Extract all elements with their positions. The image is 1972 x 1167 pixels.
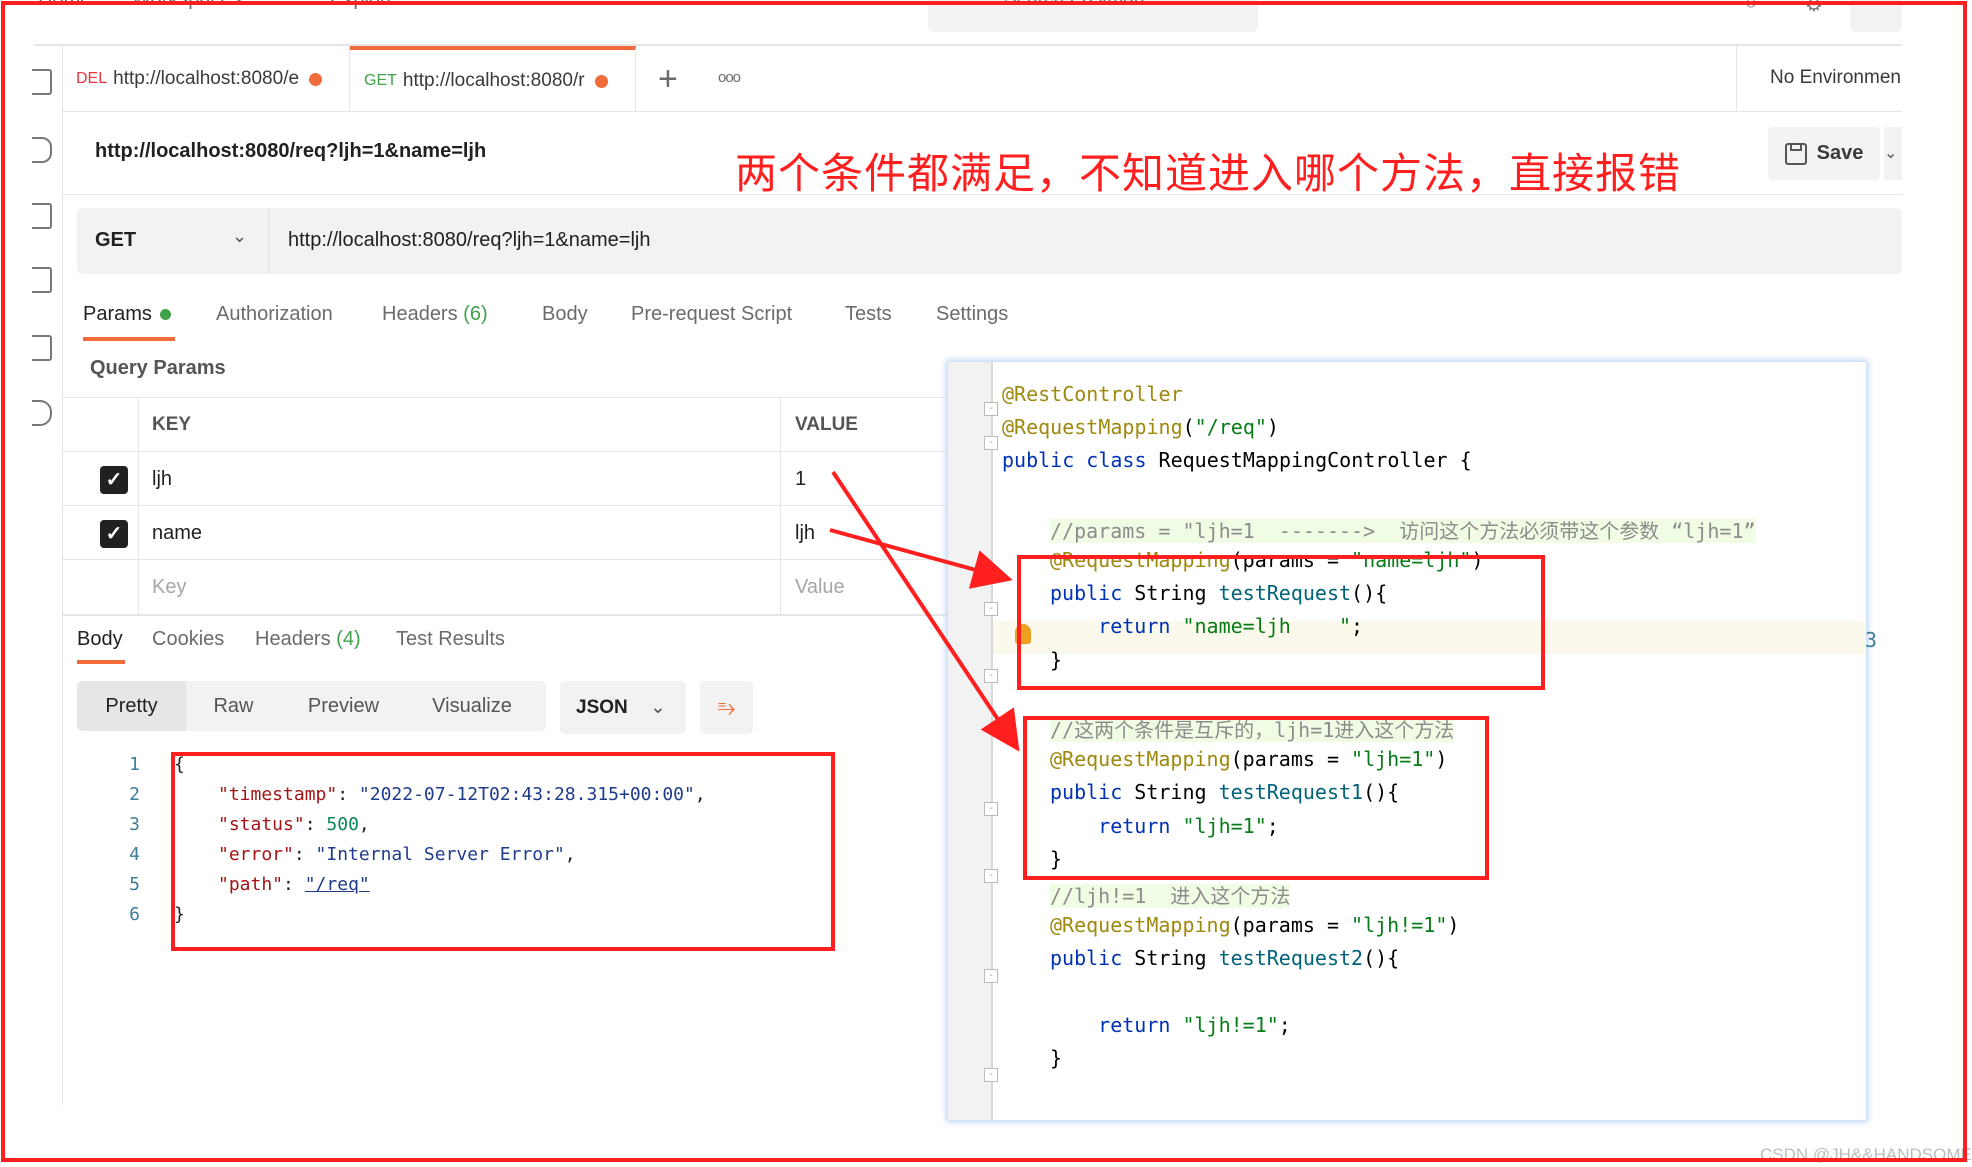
annotation-arrows [829,470,1020,752]
arrow-ljh-to-method1 [831,470,1020,752]
arrow-name-to-method [829,528,1013,589]
